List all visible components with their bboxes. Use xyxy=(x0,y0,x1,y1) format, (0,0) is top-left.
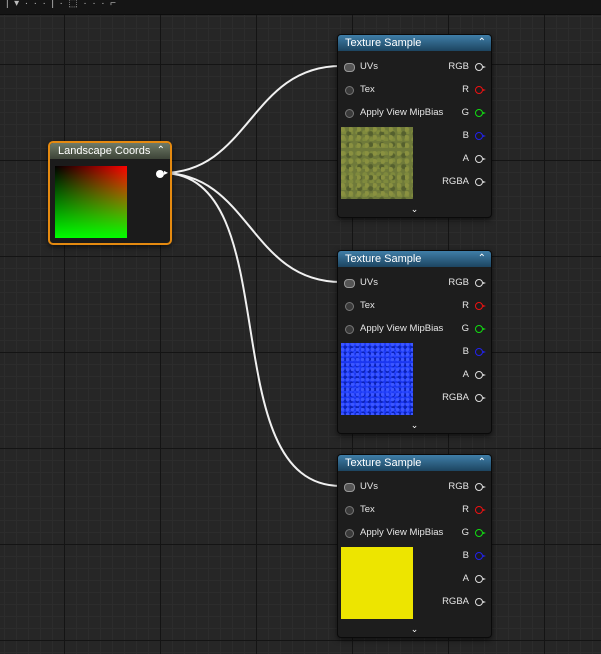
output-label: R xyxy=(462,504,469,515)
yellow-texture-preview xyxy=(341,547,413,619)
output-pin[interactable] xyxy=(475,302,486,310)
output-pin[interactable] xyxy=(156,170,164,178)
toolbar-strip: | ▾ · · · | · ⬚ · · · ⌐ xyxy=(0,0,601,15)
landscape-coords-header[interactable]: Landscape Coords ⌃ xyxy=(50,143,170,159)
wire-to-texture-2 xyxy=(161,172,342,283)
output-label: G xyxy=(461,107,469,118)
output-pin[interactable] xyxy=(475,552,486,560)
landscape-coords-node[interactable]: Landscape Coords ⌃ ▸ xyxy=(48,141,172,245)
output-pin[interactable] xyxy=(475,348,486,356)
output-row[interactable]: RGB xyxy=(338,59,491,75)
chevron-down-icon[interactable]: ⌄ xyxy=(338,420,491,431)
texture-sample-header[interactable]: Texture Sample ⌃ xyxy=(338,35,491,51)
output-label: R xyxy=(462,84,469,95)
output-label: A xyxy=(462,573,469,584)
chevron-up-icon[interactable]: ⌃ xyxy=(478,455,486,471)
wire-to-texture-1 xyxy=(161,65,342,174)
output-label: RGBA xyxy=(442,176,469,187)
chevron-down-icon[interactable]: ⌄ xyxy=(338,204,491,215)
output-row[interactable]: RGB xyxy=(338,479,491,495)
chevron-down-icon[interactable]: ⌄ xyxy=(338,624,491,635)
output-label: RGBA xyxy=(442,596,469,607)
output-label: A xyxy=(462,153,469,164)
output-arrow-icon: ▸ xyxy=(163,168,168,177)
output-pin[interactable] xyxy=(475,506,486,514)
texture-sample-header[interactable]: Texture Sample ⌃ xyxy=(338,455,491,471)
texture-sample-node[interactable]: Texture Sample ⌃ UVs Tex Apply View MipBias R… xyxy=(337,34,492,218)
output-pin[interactable] xyxy=(475,279,486,287)
output-row[interactable]: RGB xyxy=(338,275,491,291)
output-label: G xyxy=(461,323,469,334)
node-title: Landscape Coords xyxy=(58,145,151,157)
output-pin[interactable] xyxy=(475,371,486,379)
output-label: B xyxy=(462,550,469,561)
output-row[interactable]: R xyxy=(338,502,491,518)
output-row[interactable]: R xyxy=(338,298,491,314)
output-label: RGB xyxy=(448,481,469,492)
node-title: Texture Sample xyxy=(345,253,422,265)
node-title: Texture Sample xyxy=(345,457,422,469)
landscape-coords-preview xyxy=(55,166,127,238)
node-title: Texture Sample xyxy=(345,37,422,49)
texture-sample-node[interactable]: Texture Sample ⌃ UVs Tex Apply View MipBias R… xyxy=(337,454,492,638)
texture-sample-node[interactable]: Texture Sample ⌃ UVs Tex Apply View MipBias R… xyxy=(337,250,492,434)
output-row[interactable]: G xyxy=(338,321,491,337)
chevron-up-icon[interactable]: ⌃ xyxy=(157,143,165,159)
output-row[interactable]: G xyxy=(338,525,491,541)
output-pin[interactable] xyxy=(475,155,486,163)
output-pin[interactable] xyxy=(475,598,486,606)
output-label: RGB xyxy=(448,277,469,288)
output-pin[interactable] xyxy=(475,483,486,491)
output-pin[interactable] xyxy=(475,132,486,140)
output-label: G xyxy=(461,527,469,538)
output-label: B xyxy=(462,130,469,141)
output-label: RGB xyxy=(448,61,469,72)
output-pin[interactable] xyxy=(475,178,486,186)
output-pin[interactable] xyxy=(475,325,486,333)
chevron-up-icon[interactable]: ⌃ xyxy=(478,35,486,51)
output-pin[interactable] xyxy=(475,529,486,537)
texture-sample-header[interactable]: Texture Sample ⌃ xyxy=(338,251,491,267)
output-pin[interactable] xyxy=(475,63,486,71)
output-label: RGBA xyxy=(442,392,469,403)
output-label: B xyxy=(462,346,469,357)
wire-to-texture-3 xyxy=(161,172,342,487)
blue-noise-texture-preview xyxy=(341,343,413,415)
output-pin[interactable] xyxy=(475,86,486,94)
output-label: R xyxy=(462,300,469,311)
moss-texture-preview xyxy=(341,127,413,199)
connection-wires xyxy=(161,65,342,487)
output-pin[interactable] xyxy=(475,394,486,402)
output-row[interactable]: R xyxy=(338,82,491,98)
chevron-up-icon[interactable]: ⌃ xyxy=(478,251,486,267)
output-row[interactable]: G xyxy=(338,105,491,121)
output-pin[interactable] xyxy=(475,575,486,583)
output-pin[interactable] xyxy=(475,109,486,117)
output-label: A xyxy=(462,369,469,380)
